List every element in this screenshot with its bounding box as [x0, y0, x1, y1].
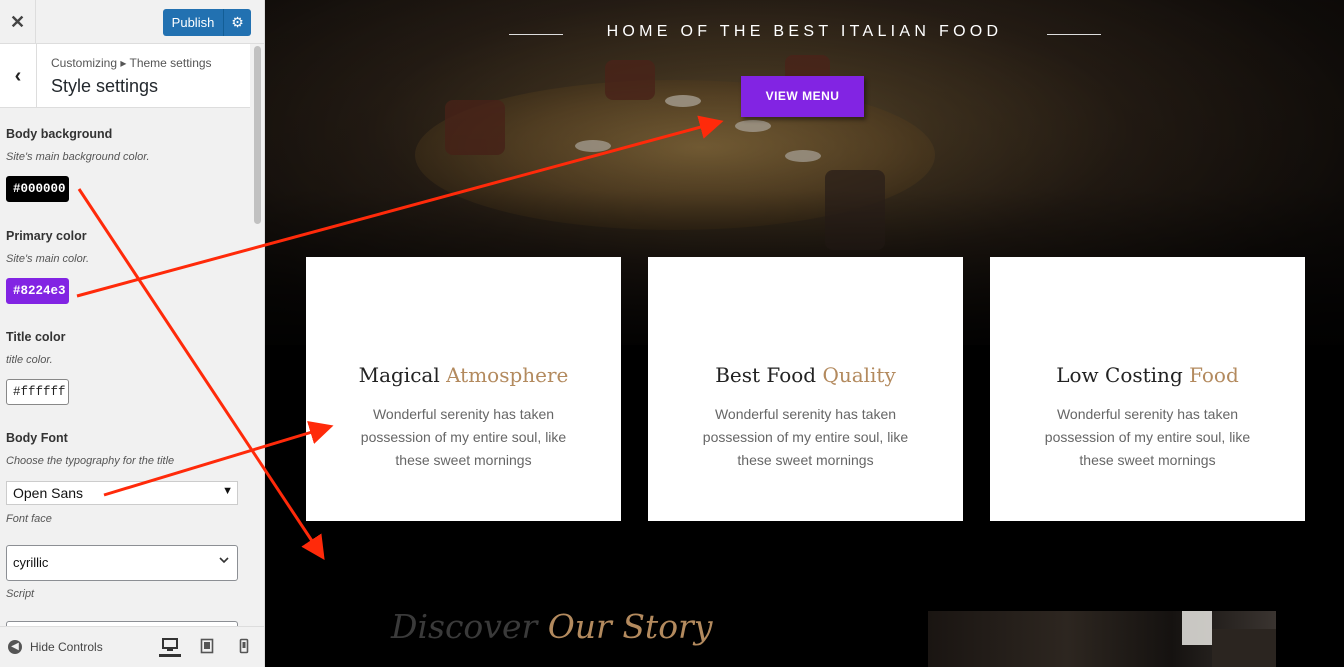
primary-color-picker[interactable]: #8224e3	[6, 278, 69, 304]
title-color-picker[interactable]: #ffffff	[6, 379, 69, 405]
body-font-description: Choose the typography for the title	[6, 455, 175, 467]
sidebar-scrollbar-thumb[interactable]	[254, 46, 261, 224]
customizer-footer: ◀ Hide Controls	[0, 626, 264, 667]
card-title-accent: Atmosphere	[446, 363, 569, 387]
collapse-arrow-icon: ◀	[8, 640, 22, 654]
script-value: cyrillic	[13, 555, 49, 570]
feature-card: Best Food Quality Wonderful serenity has…	[648, 257, 963, 521]
card-title-plain: Best Food	[715, 363, 817, 387]
story-heading-plain: Discover	[391, 607, 538, 646]
chevron-down-icon	[219, 557, 229, 564]
script-sublabel: Script	[6, 588, 35, 600]
title-color-description: title color.	[6, 354, 53, 366]
body-font-label: Body Font	[6, 431, 68, 445]
font-face-sublabel: Font face	[6, 513, 52, 525]
desktop-icon[interactable]	[159, 635, 181, 657]
customizer-sidebar: ✕ Publish ⚙ ‹ Customizing ▸ Theme settin…	[0, 0, 265, 667]
story-image-overlay	[1212, 629, 1276, 667]
hide-controls-button[interactable]: ◀ Hide Controls	[8, 640, 103, 654]
customizer-header: ✕ Publish ⚙	[0, 0, 264, 44]
story-heading-accent: Our Story	[547, 607, 713, 646]
site-preview: HOME OF THE BEST ITALIAN FOOD VIEW MENU …	[265, 0, 1344, 667]
script-select[interactable]: cyrillic	[6, 545, 238, 581]
close-icon[interactable]: ✕	[0, 0, 36, 44]
feature-card-title: Best Food Quality	[648, 363, 963, 387]
feature-card-text: Wonderful serenity has taken possession …	[360, 406, 567, 468]
back-arrow-icon[interactable]: ‹	[0, 44, 37, 108]
tablet-icon[interactable]	[196, 635, 218, 657]
hide-controls-label: Hide Controls	[30, 640, 103, 654]
card-title-accent: Quality	[822, 363, 896, 387]
feature-card-title: Magical Atmosphere	[306, 363, 621, 387]
section-title: Style settings	[51, 76, 159, 96]
feature-card-title: Low Costing Food	[990, 363, 1305, 387]
body-background-color-picker[interactable]: #000000	[6, 176, 69, 202]
primary-color-label: Primary color	[6, 229, 87, 243]
feature-card-text: Wonderful serenity has taken possession …	[1044, 406, 1251, 468]
feature-card: Low Costing Food Wonderful serenity has …	[990, 257, 1305, 521]
hero-title: HOME OF THE BEST ITALIAN FOOD	[606, 23, 1003, 40]
body-background-description: Site's main background color.	[6, 151, 150, 163]
card-title-plain: Low Costing	[1056, 363, 1183, 387]
feature-card-text: Wonderful serenity has taken possession …	[702, 406, 909, 468]
primary-color-description: Site's main color.	[6, 253, 89, 265]
feature-card: Magical Atmosphere Wonderful serenity ha…	[306, 257, 621, 521]
hero-title-line-right	[1047, 34, 1101, 35]
title-color-label: Title color	[6, 330, 66, 344]
story-image-highlight	[1182, 611, 1212, 645]
card-title-accent: Food	[1189, 363, 1239, 387]
breadcrumb: Customizing ▸ Theme settings	[51, 56, 212, 70]
dropdown-caret-icon: ▼	[222, 485, 233, 497]
publish-button[interactable]: Publish	[163, 9, 223, 36]
font-face-select[interactable]: Open Sans ▼	[6, 481, 238, 505]
font-face-value: Open Sans	[13, 485, 84, 501]
body-background-label: Body background	[6, 127, 113, 141]
mobile-icon[interactable]	[233, 635, 255, 657]
publish-button-group: Publish ⚙	[163, 9, 251, 36]
section-header: ‹ Customizing ▸ Theme settings Style set…	[0, 44, 250, 108]
story-heading: Discover Our Story	[391, 607, 712, 646]
card-title-plain: Magical	[358, 363, 440, 387]
view-menu-button[interactable]: VIEW MENU	[741, 76, 864, 117]
publish-settings-gear-icon[interactable]: ⚙	[223, 9, 251, 36]
